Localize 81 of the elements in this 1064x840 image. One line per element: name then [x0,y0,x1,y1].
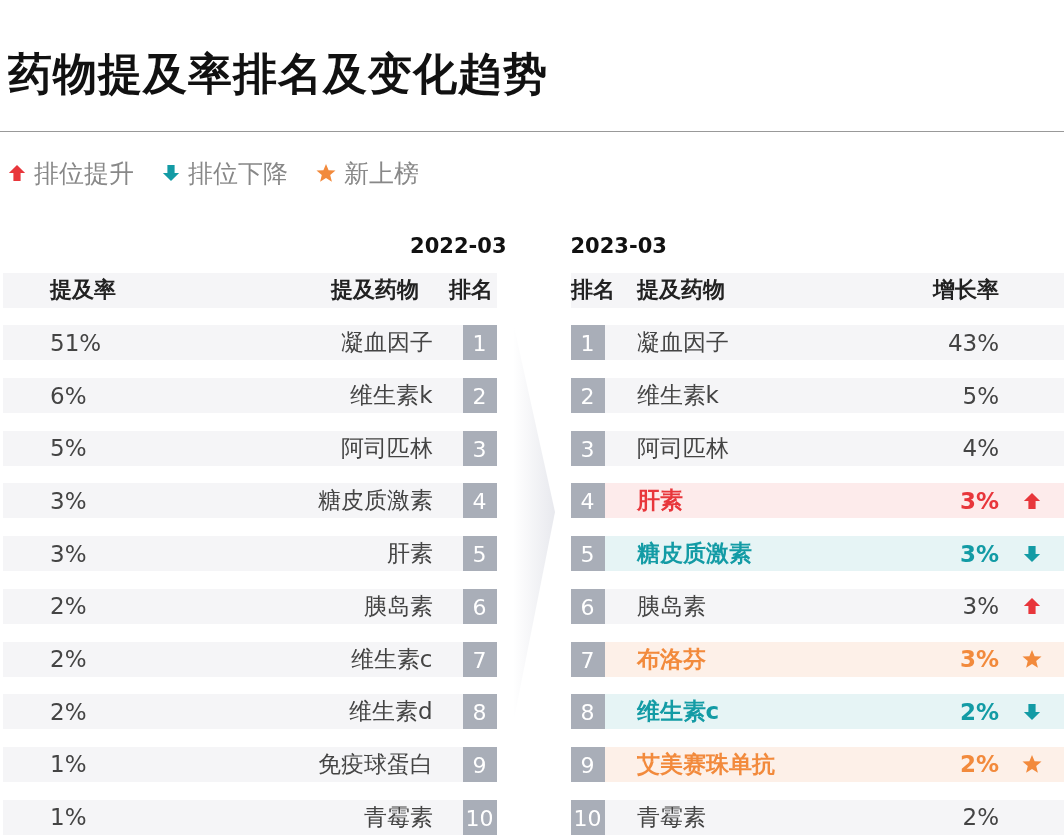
rank-badge: 1 [462,325,497,361]
column-header: 排名 [570,276,616,305]
rank-badge: 8 [570,694,605,730]
down-arrow-icon [1022,544,1041,563]
column-header: 提及率 [48,276,117,305]
rank-badge: 5 [462,536,497,572]
mention-rate: 2% [49,646,88,672]
rank-badge: 5 [570,536,605,572]
column-header: 增长率 [931,276,999,305]
rank-badge: 2 [462,378,497,414]
column-header: 提及药物 [329,276,420,305]
up-arrow-icon [8,164,26,182]
growth-rate: 3% [958,487,999,514]
drug-name: 维生素k [635,381,720,411]
growth-rate: 3% [958,646,999,672]
drug-name: 布洛芬 [635,644,707,674]
mention-rate: 51% [49,329,103,356]
mention-rate: 5% [49,435,88,462]
drug-name: 维生素k [349,381,434,411]
legend-label: 新上榜 [344,157,419,190]
column-header: 提及药物 [636,276,726,305]
mention-rate: 3% [49,540,88,567]
star-icon [1021,754,1042,775]
legend-label: 排位下降 [188,157,288,190]
rank-badge: 7 [570,641,605,677]
star-icon [1021,649,1042,669]
drug-name: 阿司匹林 [635,433,730,463]
rank-badge: 10 [462,799,497,835]
star-icon [316,163,336,183]
rank-badge: 8 [462,694,497,730]
drug-name: 青霉素 [362,802,434,832]
drug-name: 阿司匹林 [339,433,434,463]
up-arrow-icon [1022,491,1041,510]
mention-rate: 1% [49,751,88,778]
rank-badge: 9 [462,746,497,782]
rank-badge: 4 [462,483,497,519]
column-header: 排名 [448,276,494,305]
rank-badge: 9 [570,746,605,782]
rank-badge: 2 [570,378,605,414]
period-label: 2023-03 [570,233,668,260]
growth-rate: 2% [961,804,999,831]
drug-name: 糖皮质激素 [316,486,434,516]
rank-badge: 3 [570,430,605,466]
up-arrow-icon [1022,597,1041,616]
page-title: 药物提及率排名及变化趋势 [7,47,549,101]
drug-name: 糖皮质激素 [635,539,753,569]
growth-rate: 3% [961,593,999,620]
period-label: 2022-03 [409,233,507,260]
mention-rate: 2% [49,593,88,620]
rank-badge: 6 [570,588,605,624]
legend-label: 排位提升 [34,157,134,190]
drug-name: 凝血因子 [339,328,434,358]
growth-rate: 3% [958,540,999,567]
growth-rate: 43% [946,329,999,356]
down-arrow-icon [162,164,180,182]
rank-badge: 7 [462,641,497,677]
down-arrow-icon [1022,702,1041,721]
drug-name: 维生素c [349,644,434,674]
drug-name: 胰岛素 [635,591,707,621]
drug-name: 凝血因子 [635,328,730,358]
drug-name: 艾美赛珠单抗 [635,749,776,779]
drug-name: 维生素d [347,697,434,727]
drug-name: 青霉素 [635,802,707,832]
mention-rate: 3% [49,487,88,514]
rank-badge: 4 [570,483,605,519]
mention-rate: 1% [49,804,88,831]
growth-rate: 4% [961,435,999,462]
rank-badge: 3 [462,430,497,466]
rank-badge: 1 [570,325,605,361]
growth-rate: 2% [958,751,999,778]
drug-name: 肝素 [635,486,684,516]
rank-badge: 6 [462,588,497,624]
mention-rate: 6% [49,382,88,409]
rank-badge: 10 [570,799,605,835]
drug-name: 免疫球蛋白 [316,749,434,779]
mention-rate: 2% [49,698,88,725]
drug-name: 肝素 [385,539,434,569]
growth-rate: 2% [958,698,999,725]
growth-rate: 5% [961,382,999,409]
drug-name: 维生素c [635,697,721,727]
drug-name: 胰岛素 [362,591,434,621]
